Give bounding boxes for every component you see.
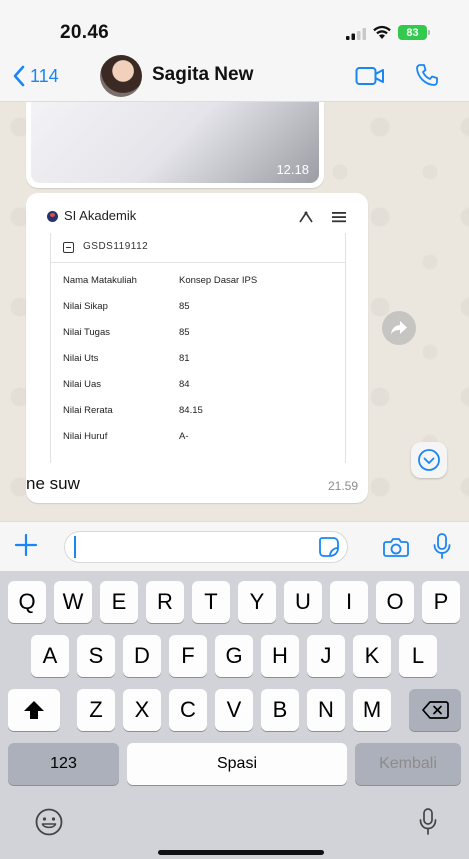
scroll-down-icon <box>418 449 440 471</box>
key-b[interactable]: B <box>261 689 299 731</box>
home-indicator[interactable] <box>158 850 324 855</box>
grade-row: Nilai Tugas 85 <box>51 321 345 343</box>
key-k[interactable]: K <box>353 635 391 677</box>
key-t[interactable]: T <box>192 581 230 623</box>
grade-value: 85 <box>179 301 190 312</box>
emoji-icon[interactable] <box>34 807 64 837</box>
back-button[interactable]: 114 <box>12 61 59 91</box>
key-m[interactable]: M <box>353 689 391 731</box>
key-r[interactable]: R <box>146 581 184 623</box>
contact-name[interactable]: Sagita New <box>152 64 253 86</box>
key-w[interactable]: W <box>54 581 92 623</box>
grade-value: 85 <box>179 327 190 338</box>
key-g[interactable]: G <box>215 635 253 677</box>
shift-icon <box>24 701 44 719</box>
grade-value: 81 <box>179 353 190 364</box>
sticker-icon[interactable] <box>318 536 340 558</box>
message-time: 21.59 <box>327 479 358 493</box>
grade-row: Nama Matakuliah Konsep Dasar IPS <box>51 269 345 291</box>
key-j[interactable]: J <box>307 635 345 677</box>
grade-row: Nilai Huruf A- <box>51 425 345 447</box>
grade-row: Nilai Sikap 85 <box>51 295 345 317</box>
grade-label: Nilai Uas <box>63 379 102 390</box>
battery-indicator: 83 <box>398 25 430 40</box>
image-message[interactable]: 12.18 <box>26 102 324 188</box>
collapse-icon <box>63 242 74 253</box>
dictation-icon[interactable] <box>418 807 438 837</box>
grade-panel: GSDS119112 Nama Matakuliah Konsep Dasar … <box>50 233 346 463</box>
status-bar: 20.46 83 <box>0 0 469 50</box>
message-input[interactable] <box>64 531 348 563</box>
key-i[interactable]: I <box>330 581 368 623</box>
text-cursor <box>74 536 76 558</box>
grade-value: 84.15 <box>179 405 203 416</box>
forward-icon <box>391 321 407 335</box>
grade-label: Nilai Rerata <box>63 405 113 416</box>
key-h[interactable]: H <box>261 635 299 677</box>
key-v[interactable]: V <box>215 689 253 731</box>
message-composer <box>0 521 469 571</box>
numbers-key[interactable]: 123 <box>8 743 119 785</box>
image-message-time: 12.18 <box>276 162 309 177</box>
key-a[interactable]: A <box>31 635 69 677</box>
grade-value: A- <box>179 431 189 442</box>
key-n[interactable]: N <box>307 689 345 731</box>
grade-label: Nilai Sikap <box>63 301 108 312</box>
return-key[interactable]: Kembali <box>355 743 461 785</box>
key-s[interactable]: S <box>77 635 115 677</box>
site-logo <box>47 211 58 222</box>
backspace-key[interactable] <box>409 689 461 731</box>
message-caption: ne suw <box>26 474 80 493</box>
site-header: SI Akademik <box>32 199 362 233</box>
key-p[interactable]: P <box>422 581 460 623</box>
key-d[interactable]: D <box>123 635 161 677</box>
screenshot-message[interactable]: SI Akademik GSDS119112 Nama Matakuliah K… <box>26 193 368 503</box>
grade-label: Nama Matakuliah <box>63 275 137 286</box>
key-x[interactable]: X <box>123 689 161 731</box>
battery-level: 83 <box>406 26 419 39</box>
grade-value: Konsep Dasar IPS <box>179 275 258 286</box>
menu-icon <box>299 211 346 223</box>
key-c[interactable]: C <box>169 689 207 731</box>
unread-count: 114 <box>30 65 59 86</box>
scroll-to-bottom-button[interactable] <box>411 442 447 478</box>
forward-button[interactable] <box>382 311 416 345</box>
key-q[interactable]: Q <box>8 581 46 623</box>
camera-icon[interactable] <box>383 535 409 559</box>
course-code: GSDS119112 <box>83 241 149 252</box>
grade-label: Nilai Huruf <box>63 431 108 442</box>
key-e[interactable]: E <box>100 581 138 623</box>
keyboard: Q W E R T Y U I O P A S D F G H J K L Z … <box>0 571 469 859</box>
screenshot-image[interactable]: SI Akademik GSDS119112 Nama Matakuliah K… <box>32 199 362 463</box>
shift-key[interactable] <box>8 689 60 731</box>
avatar[interactable] <box>100 55 142 97</box>
phone-call-icon[interactable] <box>415 63 439 87</box>
site-name: SI Akademik <box>64 208 137 223</box>
course-code-row: GSDS119112 <box>51 233 345 263</box>
key-l[interactable]: L <box>399 635 437 677</box>
image-preview[interactable]: 12.18 <box>31 102 319 183</box>
grade-label: Nilai Uts <box>63 353 99 364</box>
backspace-icon <box>422 701 449 719</box>
key-y[interactable]: Y <box>238 581 276 623</box>
space-key[interactable]: Spasi <box>127 743 347 785</box>
mic-icon[interactable] <box>432 532 452 560</box>
grade-row: Nilai Uas 84 <box>51 373 345 395</box>
back-chevron-icon <box>13 65 25 87</box>
chat-header: 114 Sagita New <box>0 50 469 102</box>
cellular-signal-icon <box>346 28 366 40</box>
grade-row: Nilai Rerata 84.15 <box>51 399 345 421</box>
grade-value: 84 <box>179 379 190 390</box>
status-time: 20.46 <box>60 22 110 43</box>
key-f[interactable]: F <box>169 635 207 677</box>
plus-icon[interactable] <box>14 533 38 557</box>
video-call-icon[interactable] <box>355 64 385 88</box>
grade-row: Nilai Uts 81 <box>51 347 345 369</box>
key-z[interactable]: Z <box>77 689 115 731</box>
grade-label: Nilai Tugas <box>63 327 110 338</box>
key-o[interactable]: O <box>376 581 414 623</box>
wifi-icon <box>373 25 391 39</box>
key-u[interactable]: U <box>284 581 322 623</box>
chat-area[interactable]: 12.18 SI Akademik GSDS119112 Nama Mataku… <box>0 102 469 521</box>
